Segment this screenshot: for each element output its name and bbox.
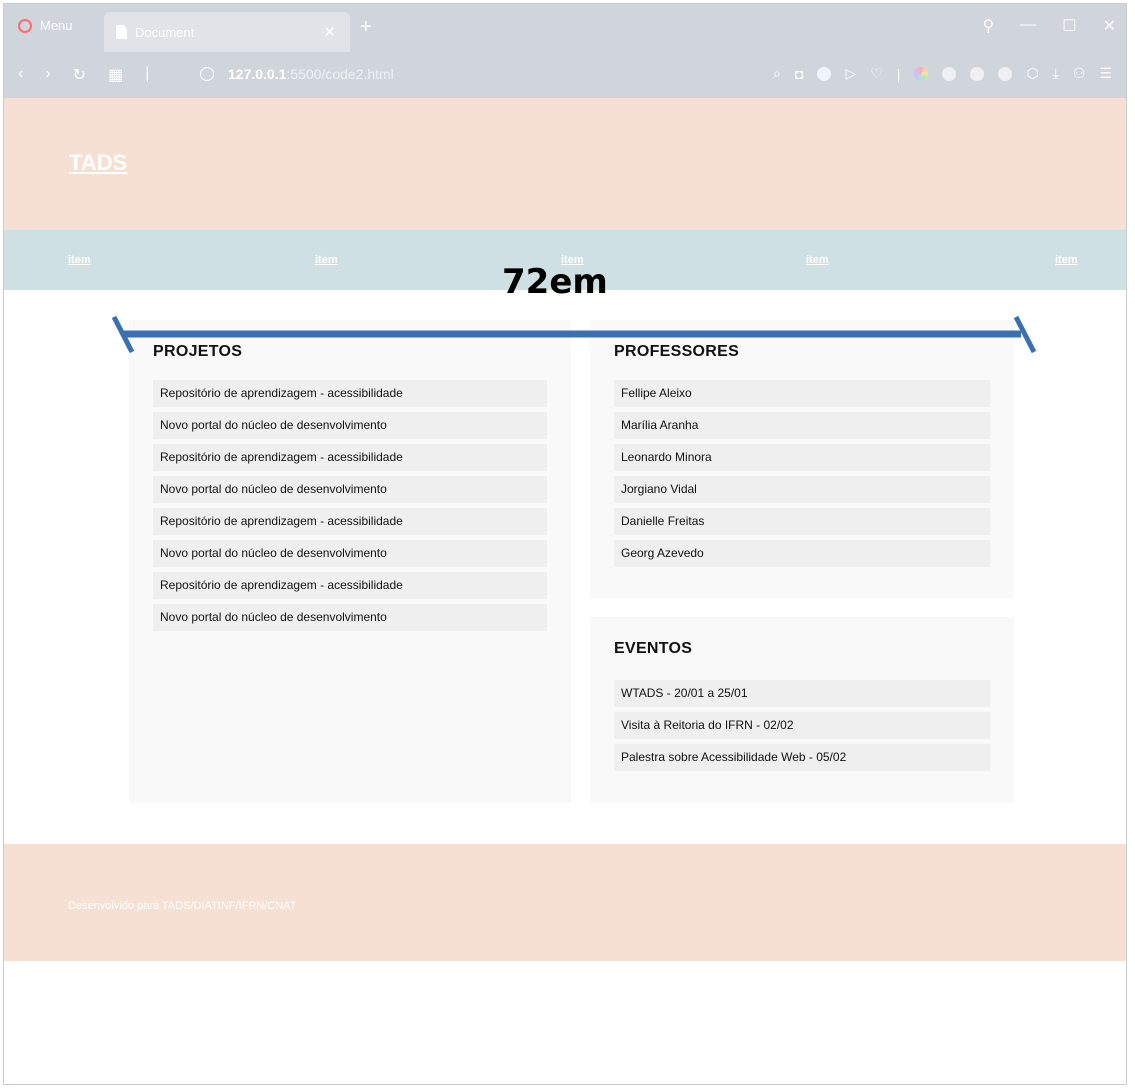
download-icon[interactable]: ⤓ xyxy=(1053,65,1059,82)
list-item: Georg Azevedo xyxy=(614,540,990,567)
opera-logo-icon xyxy=(18,18,32,33)
settings-icon[interactable]: ☰ xyxy=(1099,65,1112,82)
projetos-panel: PROJETOS Repositório de aprendizagem - a… xyxy=(129,320,571,803)
nav-item[interactable]: item xyxy=(561,254,584,266)
tab-title: Document xyxy=(135,24,195,40)
list-item: Repositório de aprendizagem - acessibili… xyxy=(153,572,547,599)
list-item: Danielle Freitas xyxy=(614,508,990,535)
reload-icon[interactable]: ↻ xyxy=(73,65,86,85)
list-item: WTADS - 20/01 a 25/01 xyxy=(614,680,990,707)
heart-icon[interactable]: ♡ xyxy=(870,65,883,82)
lens-icon[interactable]: ⌕ xyxy=(773,65,781,82)
footer-text: Desenvolvido para TADS/DIATINF/IFRN/CNAT xyxy=(68,900,297,912)
window-controls: ⚲ — ☐ ✕ xyxy=(983,16,1116,36)
list-item: Palestra sobre Acessibilidade Web - 05/0… xyxy=(614,744,990,771)
nav-item[interactable]: item xyxy=(68,254,91,266)
projetos-list: Repositório de aprendizagem - acessibili… xyxy=(153,380,547,636)
tab-bar: Menu Document ✕ + ⚲ — ☐ ✕ xyxy=(4,4,1126,52)
navigation-buttons: ‹ › ↻ ▦ | xyxy=(18,65,149,85)
tab-document[interactable]: Document ✕ xyxy=(104,12,350,52)
extension-toolbar: ⌕ ◘ ▷ ♡ | ⬡ ⤓ ⚇ ☰ xyxy=(773,65,1112,82)
nav-item[interactable]: item xyxy=(1055,254,1078,266)
site-header: TADS xyxy=(4,98,1126,230)
extension-icon[interactable] xyxy=(942,66,957,81)
list-item: Novo portal do núcleo de desenvolvimento xyxy=(153,412,547,439)
extension-icon[interactable] xyxy=(970,66,985,81)
list-item: Repositório de aprendizagem - acessibili… xyxy=(153,444,547,471)
nav-item[interactable]: item xyxy=(806,254,829,266)
list-item: Fellipe Aleixo xyxy=(614,380,990,407)
url-field[interactable]: 127.0.0.1:5500/code2.html xyxy=(200,66,394,82)
site-footer: Desenvolvido para TADS/DIATINF/IFRN/CNAT xyxy=(4,844,1126,961)
separator: | xyxy=(896,65,901,82)
profile-icon[interactable]: ⚇ xyxy=(1073,65,1086,82)
maximize-icon[interactable]: ☐ xyxy=(1062,16,1076,36)
list-item: Repositório de aprendizagem - acessibili… xyxy=(153,508,547,535)
menu-label: Menu xyxy=(40,18,73,33)
shield-check-icon[interactable] xyxy=(817,66,832,81)
color-picker-icon[interactable] xyxy=(914,66,929,81)
eventos-list: WTADS - 20/01 a 25/01 Visita à Reitoria … xyxy=(614,680,990,776)
forward-icon[interactable]: › xyxy=(45,65,50,85)
url-path: :5500/code2.html xyxy=(286,66,394,82)
eventos-heading: EVENTOS xyxy=(614,640,693,657)
url-host: 127.0.0.1 xyxy=(228,66,287,82)
close-tab-icon[interactable]: ✕ xyxy=(323,23,336,41)
list-item: Novo portal do núcleo de desenvolvimento xyxy=(153,604,547,631)
main-content: PROJETOS Repositório de aprendizagem - a… xyxy=(4,290,1126,844)
site-title-link[interactable]: TADS xyxy=(69,150,127,176)
camera-icon[interactable]: ◘ xyxy=(795,66,803,82)
list-item: Novo portal do núcleo de desenvolvimento xyxy=(153,540,547,567)
list-item: Visita à Reitoria do IFRN - 02/02 xyxy=(614,712,990,739)
professores-heading: PROFESSORES xyxy=(614,343,740,360)
search-icon[interactable]: ⚲ xyxy=(983,16,995,36)
address-bar: ‹ › ↻ ▦ | 127.0.0.1:5500/code2.html ⌕ ◘ … xyxy=(4,52,1126,98)
new-tab-button[interactable]: + xyxy=(360,16,372,39)
separator: | xyxy=(145,65,150,82)
list-item: Marília Aranha xyxy=(614,412,990,439)
extension-icon[interactable] xyxy=(998,66,1013,81)
professores-list: Fellipe Aleixo Marília Aranha Leonardo M… xyxy=(614,380,990,572)
minimize-icon[interactable]: — xyxy=(1020,16,1036,36)
list-item: Novo portal do núcleo de desenvolvimento xyxy=(153,476,547,503)
send-icon[interactable]: ▷ xyxy=(845,65,856,82)
cube-icon[interactable]: ⬡ xyxy=(1026,65,1038,82)
eventos-panel: EVENTOS WTADS - 20/01 a 25/01 Visita à R… xyxy=(590,617,1014,803)
globe-icon xyxy=(200,67,214,81)
projetos-heading: PROJETOS xyxy=(153,343,243,360)
nav-item[interactable]: item xyxy=(315,254,338,266)
document-icon xyxy=(116,25,127,39)
professores-panel: PROFESSORES Fellipe Aleixo Marília Aranh… xyxy=(590,320,1014,598)
list-item: Jorgiano Vidal xyxy=(614,476,990,503)
close-window-icon[interactable]: ✕ xyxy=(1103,16,1116,36)
back-icon[interactable]: ‹ xyxy=(18,65,23,85)
list-item: Repositório de aprendizagem - acessibili… xyxy=(153,380,547,407)
page-content: TADS item item item item item PROJETOS R… xyxy=(4,98,1126,961)
speed-dial-icon[interactable]: ▦ xyxy=(108,65,123,85)
browser-window: Menu Document ✕ + ⚲ — ☐ ✕ ‹ › ↻ ▦ | 127.… xyxy=(3,3,1127,1085)
site-nav: item item item item item xyxy=(4,230,1126,290)
menu-button[interactable]: Menu xyxy=(18,18,73,33)
list-item: Leonardo Minora xyxy=(614,444,990,471)
